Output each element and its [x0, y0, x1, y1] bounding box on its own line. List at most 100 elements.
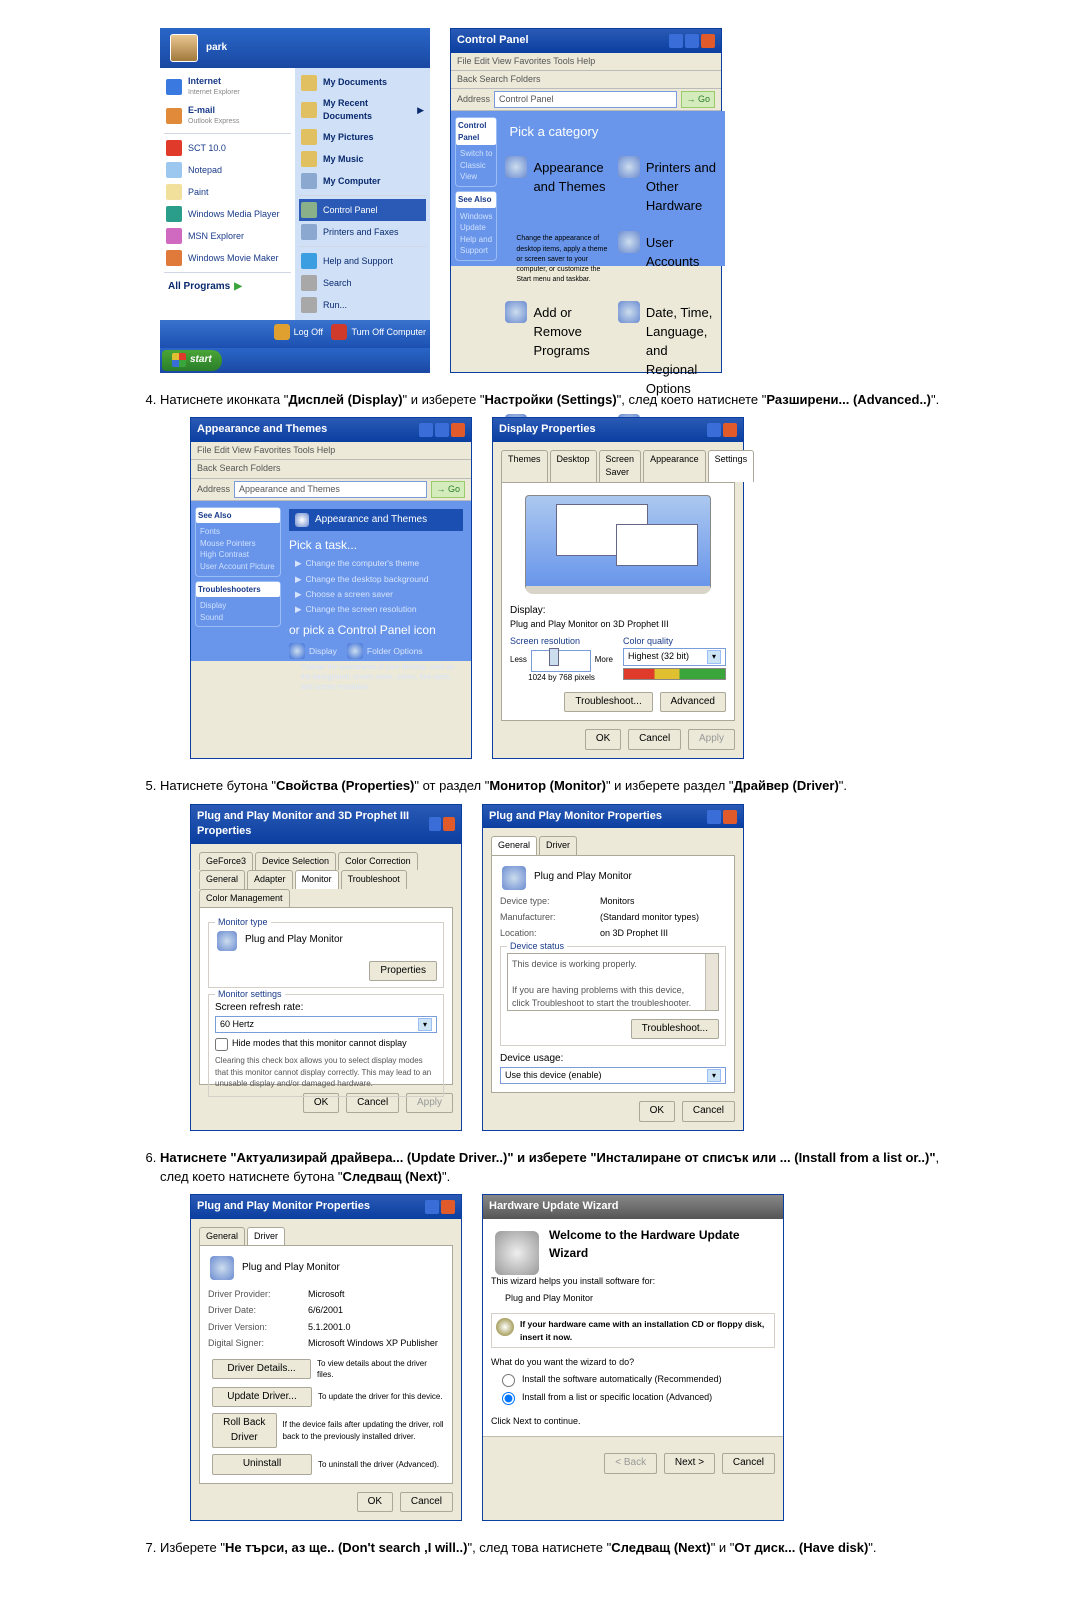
ok-button[interactable]: OK: [357, 1492, 393, 1513]
startmenu-notepad[interactable]: Notepad: [164, 159, 291, 181]
refresh-combo[interactable]: 60 Hertz▾: [215, 1016, 437, 1034]
category-printers[interactable]: Printers and Other Hardware: [618, 156, 717, 216]
scrollbar[interactable]: [705, 954, 718, 1010]
minimize-icon[interactable]: [669, 34, 683, 48]
menubar[interactable]: File Edit View Favorites Tools Help: [451, 53, 721, 71]
switch-classic-link[interactable]: Switch to Classic View: [460, 148, 492, 183]
close-icon[interactable]: [723, 810, 737, 824]
cpicon-folder[interactable]: Folder Options: [347, 643, 423, 659]
troubleshoot-button[interactable]: Troubleshoot...: [631, 1019, 719, 1040]
seealso-mouse[interactable]: Mouse Pointers: [200, 538, 276, 550]
startmenu-paint[interactable]: Paint: [164, 181, 291, 203]
tab-colormgmt[interactable]: Color Management: [199, 889, 290, 907]
troubleshoot-button[interactable]: Troubleshoot...: [564, 692, 652, 713]
tab-settings[interactable]: Settings: [708, 450, 755, 481]
maximize-icon[interactable]: [685, 34, 699, 48]
close-icon[interactable]: [441, 1200, 455, 1214]
seealso-winupdate[interactable]: Windows Update: [460, 211, 492, 234]
cancel-button[interactable]: Cancel: [682, 1101, 735, 1122]
startmenu-printers[interactable]: Printers and Faxes: [299, 221, 426, 243]
seealso-contrast[interactable]: High Contrast: [200, 549, 276, 561]
close-icon[interactable]: [451, 423, 465, 437]
close-icon[interactable]: [443, 817, 455, 831]
radio-auto[interactable]: [502, 1374, 515, 1387]
tab-driver[interactable]: Driver: [539, 836, 577, 854]
tab-general[interactable]: General: [199, 1227, 245, 1245]
startmenu-sct[interactable]: SCT 10.0: [164, 137, 291, 159]
tab-appearance[interactable]: Appearance: [643, 450, 706, 481]
rollback-driver-button[interactable]: Roll Back Driver: [212, 1413, 277, 1448]
tab-monitor[interactable]: Monitor: [295, 870, 339, 888]
help-icon[interactable]: [707, 810, 721, 824]
start-button[interactable]: start: [162, 350, 222, 371]
cancel-button[interactable]: Cancel: [722, 1453, 775, 1474]
task-screensaver[interactable]: ▶ Choose a screen saver: [295, 588, 463, 600]
startmenu-run[interactable]: Run...: [299, 294, 426, 316]
category-datetime[interactable]: Date, Time, Language, and Regional Optio…: [618, 301, 717, 398]
startmenu-mymusic[interactable]: My Music: [299, 148, 426, 170]
cancel-button[interactable]: Cancel: [628, 729, 681, 750]
trouble-display[interactable]: Display: [200, 600, 276, 612]
category-users[interactable]: User Accounts: [618, 231, 717, 285]
ok-button[interactable]: OK: [585, 729, 621, 750]
cpicon-display[interactable]: Display: [289, 643, 337, 659]
startmenu-msn[interactable]: MSN Explorer: [164, 225, 291, 247]
startmenu-controlpanel[interactable]: Control Panel: [299, 199, 426, 221]
seealso-fonts[interactable]: Fonts: [200, 526, 276, 538]
tab-general[interactable]: General: [491, 836, 537, 854]
tab-geforce3[interactable]: GeForce3: [199, 852, 253, 870]
tab-driver[interactable]: Driver: [247, 1227, 285, 1245]
startmenu-mydocs[interactable]: My Documents: [299, 72, 426, 94]
tab-screensaver[interactable]: Screen Saver: [599, 450, 642, 481]
task-theme[interactable]: ▶ Change the computer's theme: [295, 557, 463, 569]
help-icon[interactable]: [425, 1200, 439, 1214]
task-background[interactable]: ▶ Change the desktop background: [295, 573, 463, 585]
tab-general[interactable]: General: [199, 870, 245, 888]
help-icon[interactable]: [707, 423, 721, 437]
startmenu-recent[interactable]: My Recent Documents ▶: [299, 94, 426, 126]
startmenu-wmp[interactable]: Windows Media Player: [164, 203, 291, 225]
resolution-slider[interactable]: [531, 650, 591, 672]
help-icon[interactable]: [429, 817, 441, 831]
startmenu-mypics[interactable]: My Pictures: [299, 126, 426, 148]
all-programs[interactable]: All Programs▶: [164, 276, 291, 299]
colorquality-combo[interactable]: Highest (32 bit)▾: [623, 648, 726, 666]
tab-adapter[interactable]: Adapter: [247, 870, 293, 888]
address-input[interactable]: Appearance and Themes: [234, 481, 427, 498]
logoff-button[interactable]: Log Off: [274, 324, 323, 340]
minimize-icon[interactable]: [419, 423, 433, 437]
category-addremove[interactable]: Add or Remove Programs: [505, 301, 607, 398]
tab-themes[interactable]: Themes: [501, 450, 548, 481]
ok-button[interactable]: OK: [639, 1101, 675, 1122]
driver-details-button[interactable]: Driver Details...: [212, 1359, 311, 1380]
hide-modes-checkbox[interactable]: [215, 1038, 228, 1051]
turnoff-button[interactable]: Turn Off Computer: [331, 324, 426, 340]
maximize-icon[interactable]: [435, 423, 449, 437]
next-button[interactable]: Next >: [664, 1453, 715, 1474]
advanced-button[interactable]: Advanced: [660, 692, 726, 713]
tab-desktop[interactable]: Desktop: [550, 450, 597, 481]
close-icon[interactable]: [723, 423, 737, 437]
go-button[interactable]: → Go: [431, 481, 465, 498]
category-appearance[interactable]: Appearance and Themes: [505, 156, 607, 216]
nav-toolbar[interactable]: Back Search Folders: [191, 460, 471, 478]
tab-devselect[interactable]: Device Selection: [255, 852, 336, 870]
task-resolution[interactable]: ▶ Change the screen resolution: [295, 603, 463, 615]
menubar[interactable]: File Edit View Favorites Tools Help: [191, 442, 471, 460]
close-icon[interactable]: [701, 34, 715, 48]
seealso-help[interactable]: Help and Support: [460, 234, 492, 257]
startmenu-wmm[interactable]: Windows Movie Maker: [164, 247, 291, 269]
startmenu-mycomp[interactable]: My Computer: [299, 170, 426, 192]
radio-list[interactable]: [502, 1392, 515, 1405]
nav-toolbar[interactable]: Back Search Folders: [451, 71, 721, 89]
cancel-button[interactable]: Cancel: [400, 1492, 453, 1513]
tab-colorcorr[interactable]: Color Correction: [338, 852, 418, 870]
go-button[interactable]: → Go: [681, 91, 715, 108]
device-usage-combo[interactable]: Use this device (enable)▾: [500, 1067, 726, 1085]
startmenu-search[interactable]: Search: [299, 272, 426, 294]
address-input[interactable]: Control Panel: [494, 91, 677, 108]
tab-troubleshoot[interactable]: Troubleshoot: [341, 870, 407, 888]
seealso-useracct[interactable]: User Account Picture: [200, 561, 276, 573]
startmenu-email[interactable]: E-mailOutlook Express: [164, 101, 291, 130]
uninstall-button[interactable]: Uninstall: [212, 1454, 312, 1475]
